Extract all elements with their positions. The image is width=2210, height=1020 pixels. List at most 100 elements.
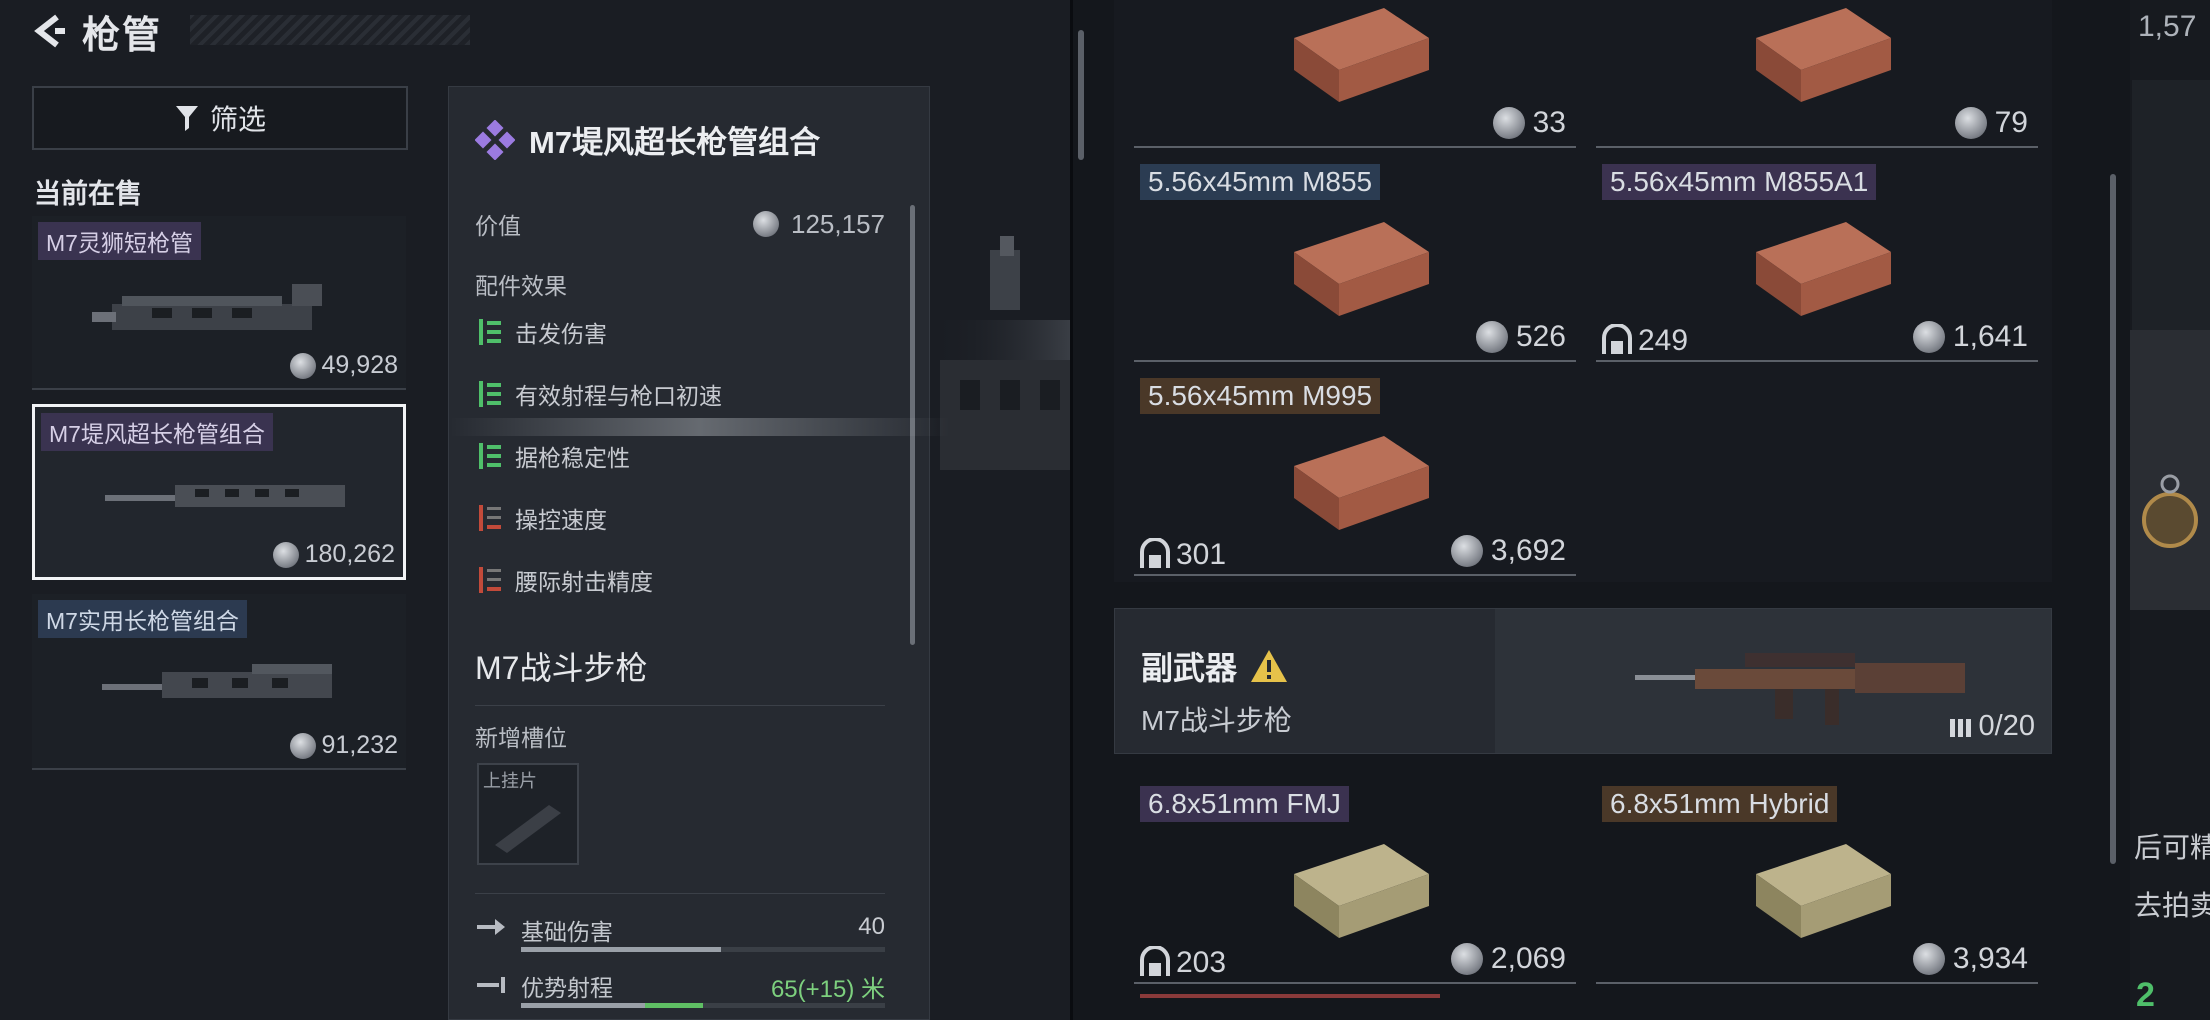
stat-bar [521, 1003, 885, 1008]
rail-image [495, 805, 561, 853]
ammo-price: 2,069 [1450, 942, 1566, 976]
divider [475, 705, 885, 706]
item-name-tag: M7堤风超长枪管组合 [41, 413, 273, 451]
new-slot-box[interactable]: 上挂片 [477, 763, 579, 865]
divider [475, 893, 885, 894]
item-card-m7-short-barrel[interactable]: M7灵狮短枪管 49,928 [32, 216, 406, 390]
stat-fill-bonus [644, 1003, 703, 1008]
right-item-preview [2130, 330, 2210, 610]
ammo-price: 526 [1475, 320, 1566, 354]
right-number: 1,57 [2138, 10, 2197, 43]
ammo-cell[interactable]: 79 [1596, 0, 2038, 148]
ammo-cell[interactable]: 33 [1134, 0, 1576, 148]
ammo-pane: 33 79 5.56x45mm M855 526 5.56x45mm M855A… [1070, 0, 2130, 1020]
gun-preview-image [930, 236, 1070, 470]
effect-row: 操控速度 [479, 501, 607, 535]
barrel-shop-pane: 枪管 筛选 当前在售 M7灵狮短枪管 49,928 M7堤风超长枪管组合 180… [0, 0, 1070, 1020]
ammo-name: 5.56x45mm M855 [1140, 164, 1381, 200]
barrel-image [105, 485, 345, 507]
stat-base-damage: 基础伤害 40 [477, 913, 885, 959]
top-bar: 枪管 [28, 6, 163, 57]
ammo-name: 5.56x45mm M995 [1140, 378, 1381, 414]
ammo-box-image [1756, 222, 1891, 316]
coin-icon [1475, 321, 1508, 353]
filter-label: 筛选 [209, 104, 266, 135]
positive-effect-icon [479, 319, 501, 345]
ammo-cell[interactable]: 5.56x45mm M995 301 3,692 [1134, 370, 1576, 576]
bullets-icon [1949, 718, 1971, 737]
slot-name: 上挂片 [483, 771, 537, 791]
ammo-box-image [1294, 8, 1429, 102]
ammo-price: 79 [1954, 106, 2028, 140]
coin-icon [1450, 943, 1483, 975]
value-label: 价值 [475, 213, 521, 239]
right-text-1: 后可精 [2134, 832, 2210, 863]
ammo-cell[interactable]: 5.56x45mm M855A1 249 1,641 [1596, 156, 2038, 362]
charm-image [2142, 474, 2198, 548]
item-name-tag: M7实用长枪管组合 [38, 600, 247, 638]
ammo-box-image [1756, 844, 1891, 938]
secondary-weapon-card[interactable]: 副武器 M7战斗步枪 0/20 [1114, 608, 2052, 754]
ammo-price: 1,641 [1912, 320, 2028, 354]
filter-icon [175, 106, 198, 131]
effect-row: 腰际射击精度 [479, 563, 653, 597]
ammo-cell[interactable]: 6.8x51mm FMJ 203 2,069 [1134, 778, 1576, 984]
current-sale-label: 当前在售 [34, 179, 142, 209]
barrel-image [92, 284, 322, 330]
back-arrow-icon[interactable] [28, 11, 68, 51]
stat-effective-range: 优势射程 65(+15) 米 [477, 969, 885, 1015]
value-amount: 125,157 [791, 208, 885, 239]
page-title: 枪管 [82, 14, 163, 57]
secondary-weapon-name: M7战斗步枪 [1141, 705, 1292, 736]
negative-effect-icon [479, 567, 501, 593]
coin-icon [1954, 107, 1987, 139]
trade-lock-icon [1602, 324, 1632, 354]
right-pane: 1,57 后可精 去拍卖 2 [2130, 0, 2210, 1020]
rifle-image [1635, 653, 1965, 725]
stat-fill [521, 947, 722, 952]
item-card-m7-long-barrel[interactable]: M7堤风超长枪管组合 180,262 [32, 404, 406, 580]
trade-count: 301 [1138, 538, 1226, 572]
barrel-image [102, 664, 332, 698]
item-price: 91,232 [289, 731, 398, 760]
coin-icon [753, 211, 780, 237]
ammo-cell[interactable]: 6.8x51mm Hybrid 3,934 [1596, 778, 2038, 984]
trade-count: 249 [1600, 324, 1688, 358]
detail-panel: M7堤风超长枪管组合 价值 125,157 配件效果 击发伤害 有效射程与枪口初… [448, 86, 930, 1020]
damage-icon [477, 919, 505, 935]
right-text-2: 去拍卖 [2134, 890, 2210, 921]
stat-bar [521, 947, 885, 952]
coin-icon [1492, 107, 1525, 139]
stat-fill [521, 1003, 645, 1008]
coin-icon [1912, 321, 1945, 353]
ammo-cell[interactable]: 5.56x45mm M855 526 [1134, 156, 1576, 362]
ammo-price: 3,692 [1450, 534, 1566, 568]
ammo-box-image [1756, 8, 1891, 102]
light-beam [450, 418, 950, 436]
positive-effect-icon [479, 443, 501, 469]
pane-divider [1070, 0, 1073, 1020]
ammo-name: 6.8x51mm Hybrid [1602, 786, 1838, 822]
trade-count: 203 [1138, 946, 1226, 980]
range-icon [477, 977, 505, 993]
effect-row: 据枪稳定性 [479, 439, 630, 473]
new-slot-label: 新增槽位 [475, 725, 567, 751]
effect-row: 击发伤害 [479, 315, 607, 349]
title-decoration [190, 15, 470, 45]
effects-label: 配件效果 [475, 273, 567, 299]
trade-lock-icon [1140, 946, 1170, 976]
negative-effect-icon [479, 505, 501, 531]
filter-button[interactable]: 筛选 [32, 86, 408, 150]
ammo-scrollbar[interactable] [2110, 174, 2116, 864]
warning-icon [1251, 650, 1288, 682]
coin-icon [1912, 943, 1945, 975]
right-strip [2132, 80, 2210, 330]
coin-icon [1450, 535, 1483, 567]
value-row: 价值 125,157 [475, 207, 885, 241]
secondary-title: 副武器 [1141, 643, 1289, 689]
item-card-m7-utility-barrel[interactable]: M7实用长枪管组合 91,232 [32, 594, 406, 770]
trade-lock-icon [1140, 538, 1170, 568]
coin-icon [289, 732, 316, 759]
positive-effect-icon [479, 381, 501, 407]
left-scrollbar[interactable] [1078, 30, 1084, 160]
